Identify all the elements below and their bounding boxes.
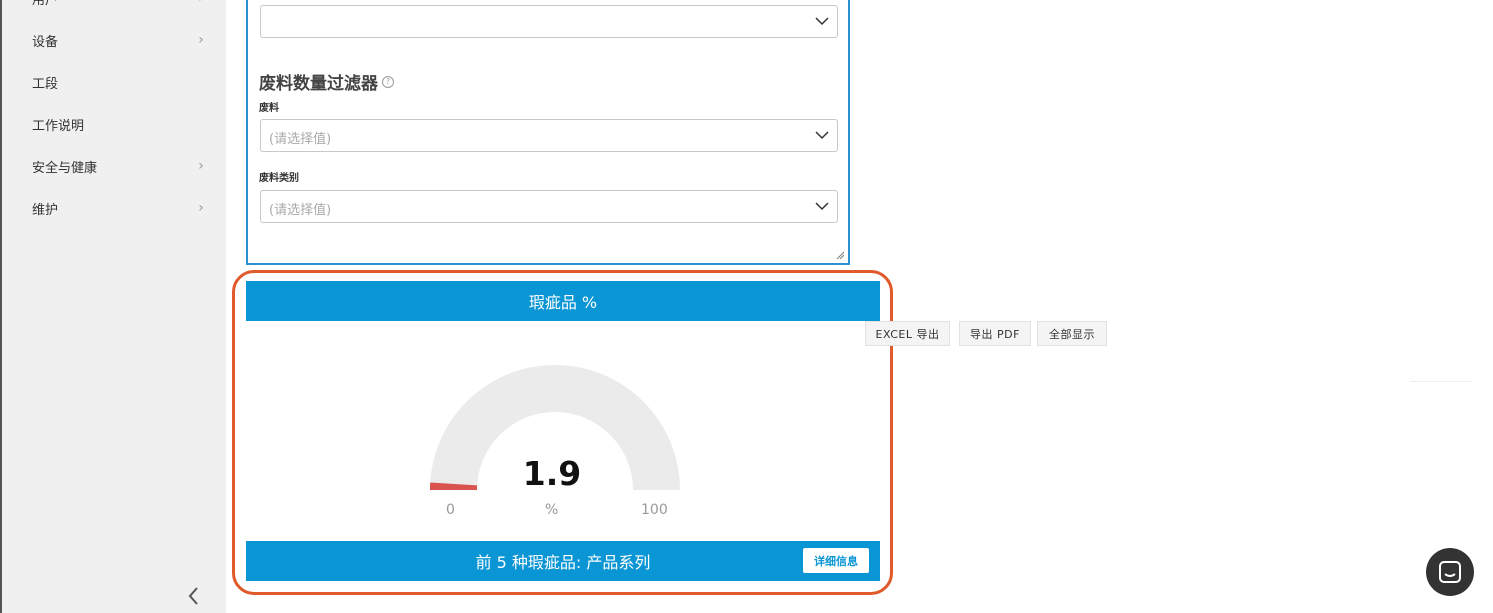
footer-title: 前 5 种瑕疵品: 产品系列 (475, 553, 651, 572)
resize-handle-icon[interactable] (836, 251, 844, 259)
sidebar-item-label: 用户 (32, 0, 59, 8)
widget-header: 瑕疵品 % (246, 281, 880, 321)
gauge-value: 1.9 (522, 454, 582, 493)
export-pdf-button[interactable]: 导出 PDF (959, 321, 1031, 346)
sidebar-item-maintenance[interactable]: 维护 › (32, 193, 207, 223)
chevron-right-icon: › (195, 0, 207, 6)
sidebar-item-safety-health[interactable]: 安全与健康 › (32, 151, 207, 181)
chevron-down-icon (815, 17, 829, 26)
section-title-text: 废料数量过滤器 (259, 74, 378, 94)
sidebar-item-label: 安全与健康 (32, 160, 98, 176)
sidebar-item-workstation[interactable]: 工段 (32, 67, 207, 97)
chevron-down-icon (815, 131, 829, 140)
export-excel-button[interactable]: EXCEL 导出 (865, 321, 950, 346)
chat-icon (1439, 561, 1461, 583)
filter-select[interactable] (260, 5, 838, 38)
widget-title: 瑕疵品 % (528, 293, 598, 312)
chat-button[interactable] (1426, 548, 1474, 596)
scrap-category-select[interactable]: (请选择值) (260, 190, 838, 223)
chevron-right-icon: › (198, 200, 204, 216)
scrap-category-placeholder: (请选择值) (269, 203, 332, 218)
help-icon[interactable]: ? (382, 75, 394, 88)
gauge-max-label: 100 (641, 502, 668, 518)
sidebar-item-label: 设备 (32, 34, 59, 50)
sidebar-item-work-instructions[interactable]: 工作说明 (32, 109, 207, 139)
show-all-button[interactable]: 全部显示 (1037, 321, 1107, 346)
scrap-placeholder: (请选择值) (269, 132, 332, 147)
chevron-down-icon (815, 202, 829, 211)
details-button[interactable]: 详细信息 (803, 548, 869, 573)
sidebar-item-users[interactable]: 用户 › (32, 0, 207, 13)
chevron-right-icon: › (198, 32, 204, 48)
widget-footer: 前 5 种瑕疵品: 产品系列 详细信息 (246, 541, 880, 581)
sidebar-item-equipment[interactable]: 设备 › (32, 25, 207, 55)
sidebar-item-label: 维护 (32, 202, 59, 218)
sidebar: 用户 › 设备 › 工段 工作说明 安全与健康 › 维护 › (0, 0, 226, 613)
sidebar-item-label: 工段 (32, 76, 59, 92)
section-title: 废料数量过滤器 ? (259, 69, 394, 94)
chevron-left-icon[interactable] (185, 585, 203, 607)
scrap-label: 废料 (259, 103, 279, 114)
sidebar-item-label: 工作说明 (32, 118, 85, 134)
gauge-unit-label: % (545, 502, 559, 518)
filter-panel: 废料数量过滤器 ? 废料 (请选择值) 废料类别 (请选择值) (246, 0, 850, 265)
gauge-min-label: 0 (446, 502, 455, 518)
scrap-select[interactable]: (请选择值) (260, 119, 838, 152)
divider (1410, 381, 1472, 382)
chevron-right-icon: › (198, 158, 204, 174)
scrap-category-label: 废料类别 (259, 173, 299, 184)
